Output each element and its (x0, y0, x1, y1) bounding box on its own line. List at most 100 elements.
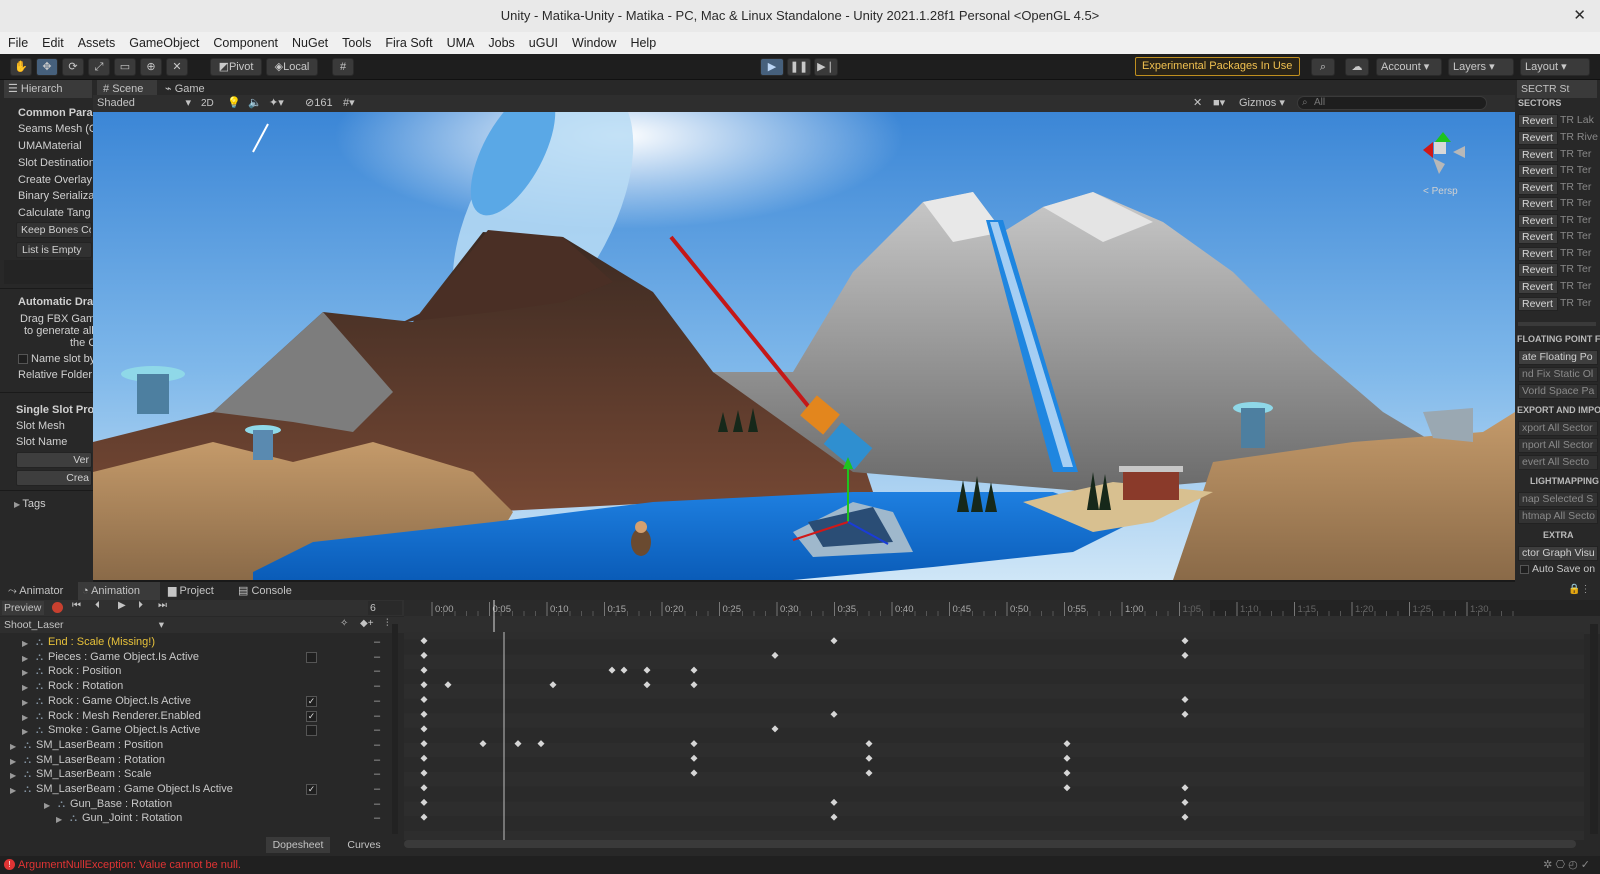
progress-icon[interactable]: ◴ (1568, 859, 1581, 871)
lightmap-selected-button[interactable]: nap Selected S (1518, 492, 1598, 507)
add-keyframe-icon[interactable]: ✧ (340, 618, 348, 629)
pivot-button[interactable]: ◩Pivot (210, 58, 262, 76)
revert-button[interactable]: Revert (1518, 263, 1558, 277)
clip-dropdown[interactable]: Shoot_Laser ▾ (2, 618, 168, 632)
world-space-button[interactable]: Vorld Space Pa (1518, 384, 1598, 399)
property-options-icon[interactable]: – (374, 694, 380, 709)
dopesheet-keys[interactable] (404, 632, 1584, 840)
revert-button[interactable]: Revert (1518, 114, 1558, 128)
tools-icon[interactable]: ✕ (1193, 96, 1202, 109)
property-options-icon[interactable]: – (374, 782, 380, 797)
play-button[interactable]: ▶ (760, 58, 784, 76)
revert-all-button[interactable]: evert All Secto (1518, 455, 1598, 470)
property-options-icon[interactable]: – (374, 664, 380, 679)
hierarchy-item[interactable]: Create Overlay (18, 174, 92, 186)
property-row[interactable]: ▶ ⛬ SM_LaserBeam : Rotation – (0, 753, 385, 768)
tab-sectr[interactable]: SECTR St (1517, 80, 1597, 98)
2d-toggle[interactable]: 2D (201, 96, 221, 111)
dopesheet-scrollbar[interactable] (1590, 624, 1598, 834)
auto-save-checkbox[interactable] (1520, 565, 1529, 574)
gizmos-dropdown[interactable]: Gizmos ▾ (1239, 96, 1285, 111)
property-options-icon[interactable]: – (374, 811, 380, 826)
hand-tool-icon[interactable]: ✋ (10, 58, 32, 76)
scale-tool-icon[interactable]: ⤢ (88, 58, 110, 76)
hierarchy-item[interactable]: UMAMaterial (18, 140, 82, 152)
property-row[interactable]: ▶ ⛬ Gun_Base : Rotation – (0, 797, 385, 812)
menu-help[interactable]: Help (630, 32, 656, 54)
check-icon[interactable]: ✓ (1581, 859, 1590, 871)
preview-button[interactable]: Preview (2, 601, 44, 615)
filter-icon[interactable]: ⫶ (386, 618, 389, 629)
property-row[interactable]: ▶ ⛬ Rock : Game Object.Is Active ✓ – (0, 694, 385, 709)
revert-button[interactable]: Revert (1518, 164, 1558, 178)
name-slot-checkbox[interactable] (18, 354, 28, 364)
verify-button[interactable]: Ver (16, 452, 92, 468)
property-options-icon[interactable]: – (374, 650, 380, 665)
property-options-icon[interactable]: – (374, 679, 380, 694)
grid-toggle-icon[interactable]: #▾ (343, 96, 355, 109)
menu-component[interactable]: Component (213, 32, 278, 54)
error-message[interactable]: ArgumentNullException: Value cannot be n… (18, 859, 241, 871)
add-event-icon[interactable]: ◆+ (360, 618, 374, 629)
menu-window[interactable]: Window (572, 32, 616, 54)
cloud-icon[interactable]: ☁ (1345, 58, 1369, 76)
rect-tool-icon[interactable]: ▭ (114, 58, 136, 76)
step-button[interactable]: ▶❘ (814, 58, 838, 76)
scene-viewport[interactable]: < Persp (93, 112, 1515, 580)
menu-jobs[interactable]: Jobs (488, 32, 514, 54)
property-options-icon[interactable]: – (374, 797, 380, 812)
frame-input[interactable]: 6 (368, 601, 402, 615)
create-button[interactable]: Crea (16, 470, 92, 486)
property-row[interactable]: ▶ ⛬ SM_LaserBeam : Game Object.Is Active ✓ – (0, 782, 385, 797)
menu-file[interactable]: File (8, 32, 28, 54)
local-button[interactable]: ◈Local (266, 58, 318, 76)
revert-button[interactable]: Revert (1518, 214, 1558, 228)
property-row[interactable]: ▶ ⛬ Gun_Joint : Rotation – (0, 811, 385, 826)
hierarchy-item[interactable]: Slot Destination (18, 157, 95, 169)
layers-dropdown[interactable]: Layers ▾ (1448, 58, 1514, 76)
timeline-ruler[interactable]: 0:00 0:05 0:10 0:15 0:20 0:25 0:30 0:35 0:40 0:45… (404, 582, 1600, 634)
property-row[interactable]: ▶ ⛬ SM_LaserBeam : Scale – (0, 767, 385, 782)
property-row[interactable]: ▶ ⛬ Pieces : Game Object.Is Active – (0, 650, 385, 665)
hierarchy-item[interactable]: Calculate Tang (18, 207, 91, 219)
rotate-tool-icon[interactable]: ⟳ (62, 58, 84, 76)
export-all-button[interactable]: xport All Sector (1518, 421, 1598, 436)
floating-point-button[interactable]: ate Floating Po (1518, 350, 1598, 365)
effects-icon[interactable]: ✦▾ (269, 96, 284, 109)
property-row[interactable]: ▶ ⛬ SM_LaserBeam : Position – (0, 738, 385, 753)
first-key-icon[interactable]: ⏮ (72, 600, 81, 611)
property-options-icon[interactable]: – (374, 767, 380, 782)
property-options-icon[interactable]: – (374, 635, 380, 650)
tab-hierarchy[interactable]: ☰ Hierarch (4, 80, 92, 98)
import-all-button[interactable]: nport All Sector (1518, 438, 1598, 453)
scene-search-input[interactable]: ⌕ All (1297, 96, 1487, 110)
hidden-objects-toggle[interactable]: ⊘161 (305, 96, 333, 111)
property-row[interactable]: ▶ ⛬ Rock : Mesh Renderer.Enabled ✓ – (0, 709, 385, 724)
tab-animation[interactable]: ◔ Animation (78, 582, 160, 600)
sector-graph-button[interactable]: ctor Graph Visu (1518, 546, 1598, 561)
property-options-icon[interactable]: – (374, 738, 380, 753)
prev-key-icon[interactable]: ⏴ (95, 600, 100, 611)
network-icon[interactable]: ⎔ (1555, 859, 1568, 871)
revert-button[interactable]: Revert (1518, 297, 1558, 311)
persp-label[interactable]: < Persp (1423, 186, 1458, 197)
property-checkbox[interactable] (306, 725, 317, 737)
menu-fira-soft[interactable]: Fira Soft (385, 32, 432, 54)
property-checkbox[interactable] (306, 651, 317, 663)
dopesheet-tab[interactable]: Dopesheet (266, 837, 330, 853)
audio-icon[interactable]: 🔈 (248, 96, 262, 109)
record-icon[interactable] (52, 602, 63, 613)
custom-tool-icon[interactable]: ✕ (166, 58, 188, 76)
property-checkbox[interactable]: ✓ (306, 710, 317, 722)
property-options-icon[interactable]: – (374, 753, 380, 768)
revert-button[interactable]: Revert (1518, 181, 1558, 195)
revert-button[interactable]: Revert (1518, 197, 1558, 211)
revert-button[interactable]: Revert (1518, 148, 1558, 162)
revert-button[interactable]: Revert (1518, 280, 1558, 294)
play-anim-icon[interactable]: ▶ (118, 600, 126, 611)
menu-tools[interactable]: Tools (342, 32, 371, 54)
timeline-hscrollbar[interactable] (404, 840, 1576, 848)
property-checkbox[interactable]: ✓ (306, 784, 317, 795)
tags-foldout[interactable]: ▶ Tags (14, 498, 46, 510)
tab-console[interactable]: ▤ Console (234, 582, 302, 600)
